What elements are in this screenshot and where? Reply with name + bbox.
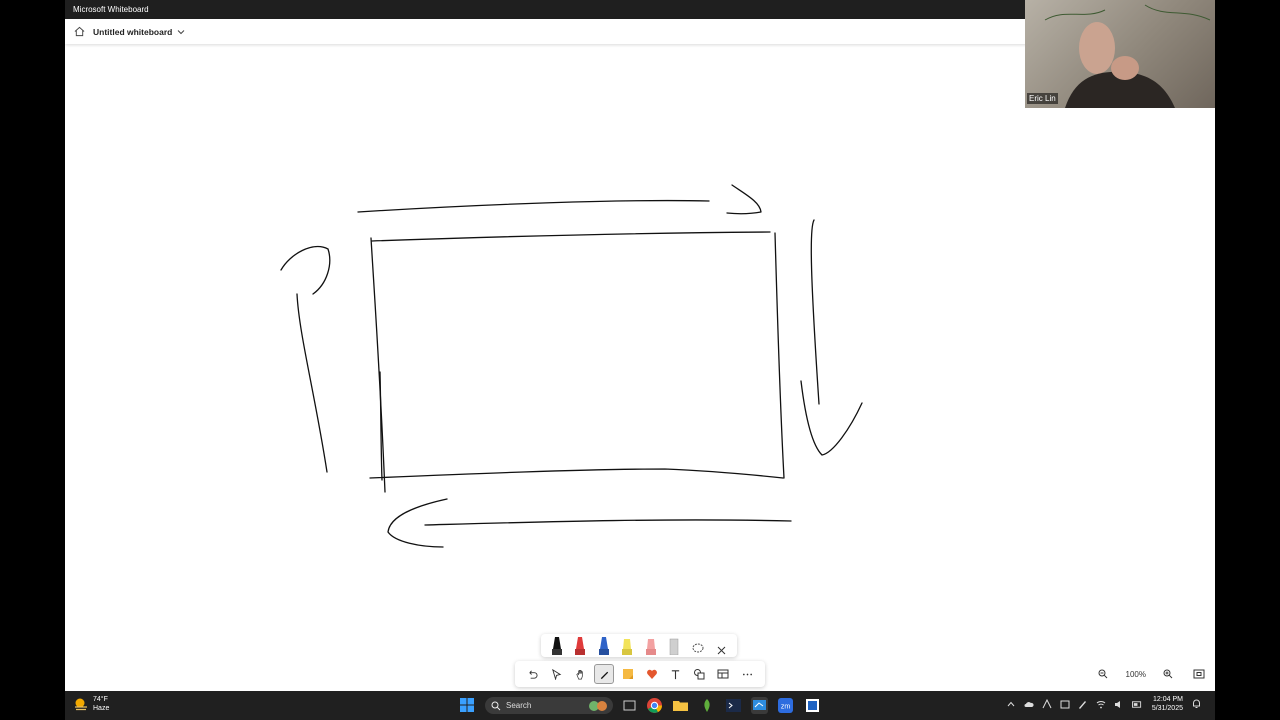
chevron-up-icon[interactable] [1006,699,1016,709]
close-icon[interactable] [715,637,727,655]
cursor-icon [552,668,562,680]
fit-to-screen-button[interactable] [1191,666,1207,682]
zoom-controls: 100% [1095,663,1207,685]
weather-widget[interactable]: 74°F Haze [73,695,109,713]
ink-arrow-right[interactable] [800,219,863,456]
app-icon-blue[interactable] [804,697,821,714]
start-button[interactable] [460,698,474,717]
sticky-note-icon [623,669,634,679]
zoom-in-button[interactable] [1160,666,1176,682]
sticky-note-tool[interactable] [618,664,638,684]
file-explorer-icon[interactable] [672,697,689,714]
more-button[interactable] [737,664,757,684]
whiteboard-taskbar-icon[interactable] [751,697,768,714]
svg-text:zm: zm [781,704,791,711]
cloud-icon[interactable] [1024,699,1034,709]
search-icon [491,701,501,710]
system-tray: 12:04 PM 5/31/2025 [1002,695,1205,713]
task-view-icon[interactable] [621,697,638,714]
black-pen[interactable] [551,636,563,655]
lasso-select-icon[interactable] [692,637,704,655]
pen-tray [541,634,737,657]
fit-screen-icon [1193,669,1205,679]
notification-bell-icon[interactable] [1191,699,1201,709]
participant-avatar [1044,4,1211,108]
clock-time: 12:04 PM [1153,696,1183,703]
search-label: Search [506,701,532,710]
pen-icon [600,671,608,679]
ink-rectangle-right[interactable] [774,232,785,479]
ink-rectangle-bottom[interactable] [369,468,784,479]
network-share-icon[interactable] [1042,699,1052,709]
more-icon [742,673,752,675]
templates-icon [717,669,729,679]
clock-date: 5/31/2025 [1151,705,1183,712]
red-pen[interactable] [574,636,586,655]
chevron-down-icon[interactable] [177,29,185,35]
shapes-icon [694,669,705,680]
zoom-app-icon[interactable]: zm [777,697,794,714]
participant-video[interactable]: Eric Lin [1025,0,1215,108]
hand-icon [576,669,583,679]
whiteboard-canvas[interactable] [65,44,1215,691]
taskbar: 74°F Haze Search zm 12:04 PM 5/31/2025 [65,691,1215,720]
undo-button[interactable] [523,664,543,684]
pink-pen[interactable] [645,637,657,655]
undo-icon [529,670,538,679]
reaction-tool[interactable] [642,664,662,684]
ink-arrow-top[interactable] [357,184,762,215]
ink-rectangle-top[interactable] [371,231,771,242]
pen-tool[interactable] [594,664,615,684]
weather-desc: Haze [93,705,110,712]
whiteboard-app: Microsoft Whiteboard Untitled whiteboard [65,0,1215,720]
zoom-out-button[interactable] [1095,666,1111,682]
chrome-icon[interactable] [646,697,663,714]
ink-rectangle-left[interactable] [370,237,386,493]
taskbar-search[interactable]: Search [485,697,613,714]
templates-tool[interactable] [713,664,733,684]
pan-tool[interactable] [570,664,590,684]
calendar-icon[interactable] [1060,699,1070,709]
blue-pen[interactable] [598,636,610,655]
search-highlight-icon [589,700,607,711]
bottom-toolbar [515,661,765,687]
ink-arrow-bottom[interactable] [387,498,792,548]
volume-icon[interactable] [1114,699,1124,709]
pen-tray-icon[interactable] [1078,699,1088,709]
shapes-tool[interactable] [689,664,709,684]
text-tool[interactable] [666,664,686,684]
clock[interactable]: 12:04 PM 5/31/2025 [1152,695,1183,713]
ink-arrow-left[interactable] [280,246,331,473]
text-icon [672,669,680,679]
battery-icon[interactable] [1131,699,1142,709]
board-title[interactable]: Untitled whiteboard [93,27,172,37]
weather-haze-icon [75,698,87,711]
app-icon-green[interactable] [699,697,716,714]
yellow-highlighter[interactable] [621,637,633,655]
home-button[interactable] [68,19,90,44]
select-tool[interactable] [547,664,567,684]
terminal-icon[interactable] [725,697,742,714]
weather-temp: 74°F [93,696,108,703]
windows-logo-icon [460,698,474,712]
heart-icon [646,669,657,679]
wifi-icon[interactable] [1096,699,1106,709]
zoom-out-icon [1098,669,1108,679]
zoom-level[interactable]: 100% [1126,670,1146,679]
eraser[interactable] [668,637,680,655]
participant-name: Eric Lin [1027,93,1058,104]
home-icon [74,26,84,37]
zoom-in-icon [1163,669,1173,679]
